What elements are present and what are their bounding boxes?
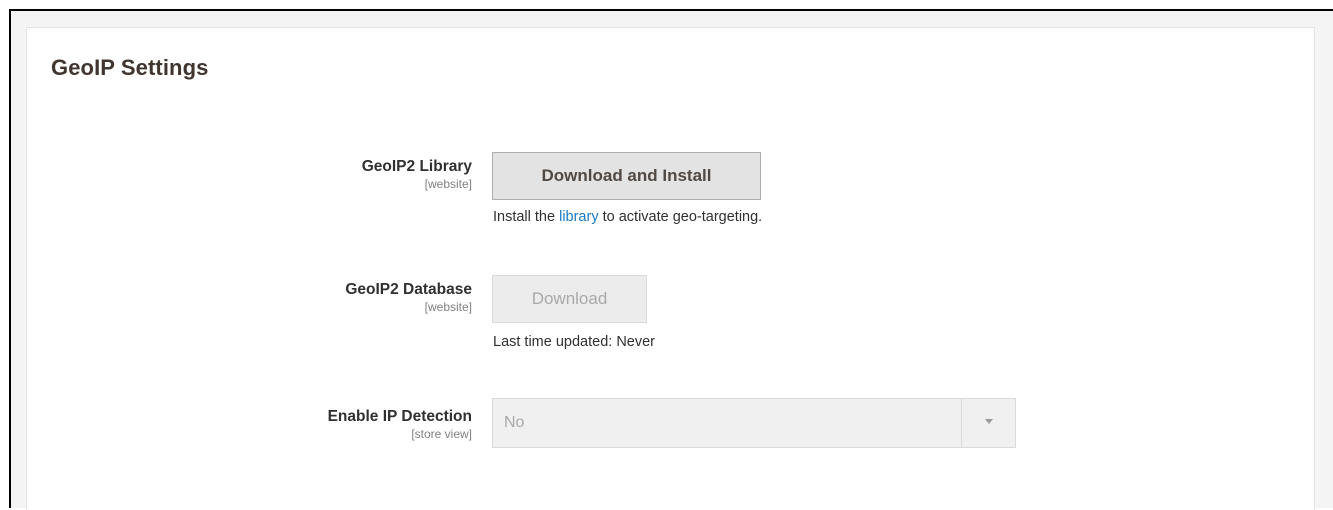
select-divider (961, 399, 962, 447)
field-label-geoip2-library: GeoIP2 Library [website] (362, 157, 472, 191)
section-title[interactable]: GeoIP Settings (51, 55, 208, 81)
note-text: to activate geo-targeting. (598, 209, 763, 225)
field-label-text: GeoIP2 Database (345, 281, 472, 298)
config-frame: GeoIP Settings GeoIP2 Library [website] … (9, 9, 1333, 510)
chevron-down-icon[interactable] (985, 419, 993, 424)
field-label-enable-ip-detection: Enable IP Detection [store view] (328, 407, 472, 441)
download-and-install-button[interactable]: Download and Install (492, 152, 761, 200)
field-label-text: GeoIP2 Library (361, 158, 472, 175)
field-note-library: Install the library to activate geo-targ… (493, 209, 762, 225)
field-note-database: Last time updated: Never (493, 334, 656, 350)
field-label-geoip2-database: GeoIP2 Database [website] (345, 280, 472, 314)
select-value: No (504, 414, 525, 431)
library-link[interactable]: library (559, 209, 598, 225)
field-scope: [store view] (411, 427, 472, 441)
note-text: Install the (493, 209, 560, 225)
enable-ip-detection-select[interactable]: No (492, 398, 1016, 448)
download-button[interactable]: Download (492, 275, 647, 323)
field-scope: [website] (424, 300, 472, 314)
field-label-text: Enable IP Detection (327, 408, 472, 425)
field-scope: [website] (424, 177, 472, 191)
geoip-settings-section: GeoIP Settings GeoIP2 Library [website] … (26, 27, 1315, 510)
